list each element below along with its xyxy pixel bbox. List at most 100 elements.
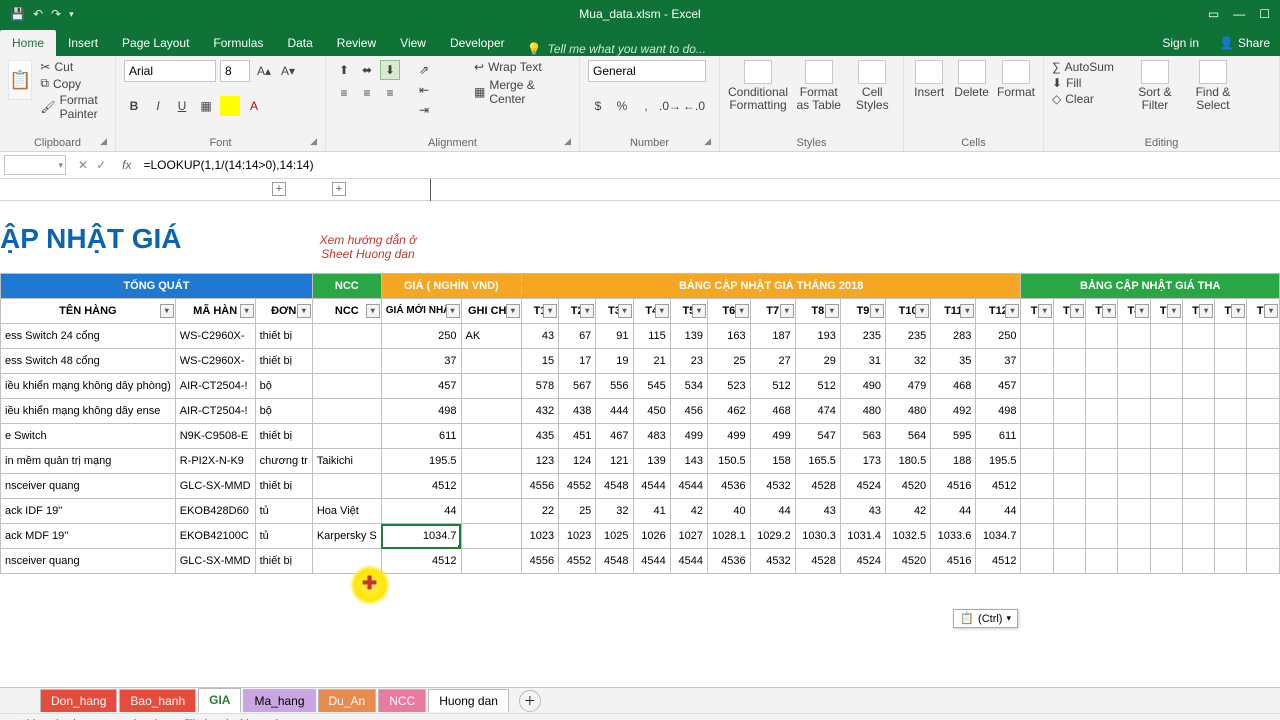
cell[interactable] — [1118, 524, 1150, 549]
cell[interactable]: nsceiver quang — [1, 474, 176, 499]
number-dialog-icon[interactable]: ◢ — [704, 136, 711, 147]
hdr-don[interactable]: ĐƠN▾ — [255, 299, 312, 324]
cell[interactable]: 457 — [976, 374, 1021, 399]
cell[interactable]: ess Switch 24 cổng — [1, 324, 176, 349]
align-middle-icon[interactable]: ⬌ — [357, 60, 377, 80]
hdr-month[interactable]: T5▾ — [670, 299, 707, 324]
cell[interactable]: 4544 — [633, 474, 670, 499]
cell[interactable] — [461, 424, 521, 449]
cell[interactable]: 4516 — [931, 474, 976, 499]
cell[interactable] — [1182, 549, 1214, 574]
cell[interactable]: 25 — [707, 349, 750, 374]
paste-button[interactable]: 📋 — [8, 60, 32, 100]
cell[interactable] — [1086, 549, 1118, 574]
hdr-month[interactable]: T7▾ — [1215, 299, 1247, 324]
cell[interactable]: ack IDF 19'' — [1, 499, 176, 524]
cell[interactable]: 1025 — [596, 524, 633, 549]
cell[interactable] — [312, 374, 381, 399]
cell[interactable]: 235 — [886, 324, 931, 349]
cell[interactable]: 188 — [931, 449, 976, 474]
hdr-month[interactable]: T3▾ — [1086, 299, 1118, 324]
cell[interactable] — [1053, 349, 1085, 374]
cell[interactable]: 139 — [633, 449, 670, 474]
cell[interactable]: GLC-SX-MMD — [175, 474, 255, 499]
align-top-icon[interactable]: ⬆ — [334, 60, 354, 80]
filter-icon[interactable]: ▾ — [1038, 304, 1052, 318]
cell[interactable]: 512 — [750, 374, 795, 399]
sheet-tab-ncc[interactable]: NCC — [378, 689, 426, 712]
cell[interactable] — [1053, 549, 1085, 574]
cell[interactable]: AK — [461, 324, 521, 349]
filter-icon[interactable]: ▾ — [1135, 304, 1149, 318]
cell[interactable]: 4528 — [795, 474, 840, 499]
cell[interactable]: 283 — [931, 324, 976, 349]
find-select-button[interactable]: Find & Select — [1188, 60, 1238, 112]
cell[interactable]: 1023 — [521, 524, 558, 549]
cell[interactable]: 235 — [840, 324, 885, 349]
cell[interactable]: 4524 — [840, 549, 885, 574]
cell[interactable]: 121 — [596, 449, 633, 474]
bold-button[interactable]: B — [124, 96, 144, 116]
hdr-ghichu[interactable]: GHI CHÚ▾ — [461, 299, 521, 324]
cell[interactable] — [1021, 549, 1053, 574]
cell[interactable] — [461, 449, 521, 474]
cell[interactable] — [1086, 374, 1118, 399]
cell[interactable] — [1118, 449, 1150, 474]
cell[interactable]: 1030.3 — [795, 524, 840, 549]
hdr-tenhang[interactable]: TÊN HÀNG▾ — [1, 299, 176, 324]
cell[interactable]: 611 — [976, 424, 1021, 449]
cell[interactable] — [1053, 424, 1085, 449]
filter-icon[interactable]: ▾ — [1102, 304, 1116, 318]
worksheet-area[interactable]: ẬP NHẬT GIÁ Xem hướng dẫn ở Sheet Huong … — [0, 201, 1280, 687]
cell[interactable]: 480 — [886, 399, 931, 424]
cell[interactable]: 490 — [840, 374, 885, 399]
cell[interactable] — [1215, 474, 1247, 499]
cell[interactable] — [461, 474, 521, 499]
filter-icon[interactable]: ▾ — [960, 304, 974, 318]
hdr-ncc[interactable]: NCC▾ — [312, 299, 381, 324]
cell[interactable] — [1053, 499, 1085, 524]
cell[interactable] — [1118, 324, 1150, 349]
cell[interactable]: 567 — [559, 374, 596, 399]
cell[interactable]: 32 — [886, 349, 931, 374]
cell[interactable]: 4556 — [521, 549, 558, 574]
cell[interactable] — [1247, 449, 1280, 474]
cell[interactable] — [1247, 399, 1280, 424]
filter-icon[interactable]: ▾ — [160, 304, 174, 318]
cell[interactable]: 91 — [596, 324, 633, 349]
hdr-month[interactable]: T3▾ — [596, 299, 633, 324]
cell[interactable]: 467 — [596, 424, 633, 449]
cell[interactable]: 444 — [596, 399, 633, 424]
filter-icon[interactable]: ▾ — [366, 304, 380, 318]
undo-icon[interactable]: ↶ — [33, 7, 43, 21]
cell[interactable] — [1150, 424, 1182, 449]
cell[interactable]: 4516 — [931, 549, 976, 574]
italic-button[interactable]: I — [148, 96, 168, 116]
cell[interactable]: 22 — [521, 499, 558, 524]
cell[interactable]: ack MDF 19'' — [1, 524, 176, 549]
cell[interactable]: 479 — [886, 374, 931, 399]
cell[interactable]: WS-C2960X- — [175, 324, 255, 349]
cell[interactable]: 492 — [931, 399, 976, 424]
cell[interactable] — [1053, 474, 1085, 499]
cell[interactable]: 4512 — [381, 549, 461, 574]
font-name-combo[interactable] — [124, 60, 216, 82]
cell[interactable]: 19 — [596, 349, 633, 374]
cell[interactable] — [1150, 524, 1182, 549]
filter-icon[interactable]: ▾ — [297, 304, 311, 318]
sign-in[interactable]: Sign in — [1152, 30, 1209, 56]
cell[interactable]: 4520 — [886, 474, 931, 499]
cell[interactable] — [461, 549, 521, 574]
cell[interactable]: 1034.7 — [381, 524, 461, 549]
cell[interactable] — [1247, 499, 1280, 524]
cell[interactable]: 483 — [633, 424, 670, 449]
font-color-button[interactable]: A — [244, 96, 264, 116]
increase-indent-icon[interactable]: ⇥ — [414, 100, 434, 120]
sheet-tab-don-hang[interactable]: Don_hang — [40, 689, 117, 712]
cell[interactable]: 1032.5 — [886, 524, 931, 549]
cell[interactable]: 250 — [381, 324, 461, 349]
filter-icon[interactable]: ▾ — [1005, 304, 1019, 318]
clipboard-dialog-icon[interactable]: ◢ — [100, 136, 107, 147]
filter-icon[interactable]: ▾ — [580, 304, 594, 318]
hdr-month[interactable]: T4▾ — [1118, 299, 1150, 324]
